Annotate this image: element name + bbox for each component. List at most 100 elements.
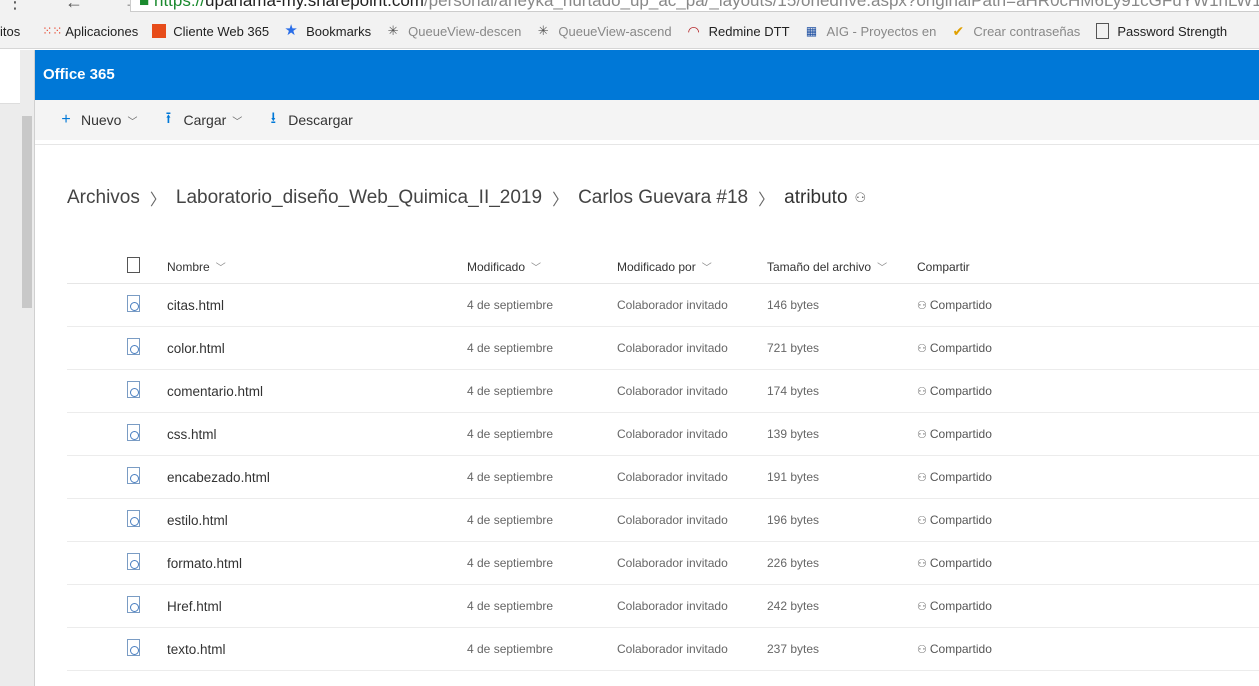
bookmark-queueview-desc[interactable]: ✳ QueueView-descen: [385, 23, 522, 39]
file-size: 191 bytes: [767, 470, 820, 484]
chevron-down-icon: ﹀: [127, 116, 138, 128]
file-name[interactable]: color.html: [167, 341, 467, 356]
file-size: 237 bytes: [767, 642, 820, 656]
lock-icon: ■: [139, 0, 154, 10]
share-status[interactable]: ⚇ Compartido: [917, 599, 1067, 613]
shared-people-icon: ⚇: [917, 429, 927, 441]
file-name[interactable]: citas.html: [167, 298, 467, 313]
file-name[interactable]: comentario.html: [167, 384, 467, 399]
table-row[interactable]: comentario.html 4 de septiembre Colabora…: [67, 370, 1259, 413]
bookmarks-bar: itos ⁙⁙ Aplicaciones Cliente Web 365 ★ B…: [0, 14, 1259, 49]
scrollbar[interactable]: [22, 116, 32, 308]
download-button[interactable]: ⭳ Descargar: [266, 107, 352, 134]
bookmark-queueview-asc[interactable]: ✳ QueueView-ascend: [535, 23, 672, 39]
html-file-icon: [127, 467, 140, 484]
chevron-down-icon: ﹀: [232, 116, 243, 128]
page-icon: [1094, 23, 1110, 39]
share-status[interactable]: ⚇ Compartido: [917, 513, 1067, 527]
new-button[interactable]: + Nuevo ﹀: [59, 111, 137, 129]
file-name[interactable]: estilo.html: [167, 513, 467, 528]
bookmark-aig[interactable]: ▦ AIG - Proyectos en: [804, 23, 937, 39]
bookmark-cliente-web[interactable]: Cliente Web 365: [152, 24, 269, 39]
share-status[interactable]: ⚇ Compartido: [917, 556, 1067, 570]
upload-button-label: Cargar: [183, 112, 227, 128]
bookmark-password-strength[interactable]: Password Strength: [1094, 23, 1227, 39]
url-field[interactable]: ■ https://upanama-my.sharepoint.com/pers…: [130, 0, 1259, 12]
bookmark-label: itos: [0, 23, 21, 39]
shared-people-icon: ⚇: [917, 558, 927, 570]
column-header-modified-by[interactable]: Modificado por ﹀: [617, 259, 767, 274]
file-size: 242 bytes: [767, 599, 820, 613]
bookmark-itos[interactable]: itos: [0, 24, 20, 39]
file-name[interactable]: formato.html: [167, 556, 467, 571]
bookmark-apps[interactable]: ⁙⁙ Aplicaciones: [42, 23, 138, 39]
html-file-icon: [127, 295, 140, 312]
share-status[interactable]: ⚇ Compartido: [917, 298, 1067, 312]
document-icon: [127, 257, 140, 273]
column-header-share[interactable]: Compartir: [917, 260, 1067, 274]
file-type-header[interactable]: [67, 257, 167, 276]
bookmark-label: AIG - Proyectos en: [826, 23, 937, 39]
file-size: 196 bytes: [767, 513, 820, 527]
left-pane: [0, 50, 35, 686]
upload-button[interactable]: ⭱ Cargar ﹀: [161, 107, 243, 134]
share-status[interactable]: ⚇ Compartido: [917, 642, 1067, 656]
apps-grid-icon: ⁙⁙: [42, 24, 63, 38]
column-header-name[interactable]: Nombre ﹀: [167, 259, 467, 274]
plus-icon: +: [61, 111, 71, 128]
share-status[interactable]: ⚇ Compartido: [917, 427, 1067, 441]
table-row[interactable]: Href.html 4 de septiembre Colaborador in…: [67, 585, 1259, 628]
list-header: Nombre ﹀ Modificado ﹀ Modificado por ﹀ Tama…: [67, 250, 1259, 284]
url-host: upanama-my.sharepoint.com: [205, 0, 424, 10]
breadcrumb-current: atributo: [784, 187, 848, 208]
table-row[interactable]: citas.html 4 de septiembre Colaborador i…: [67, 284, 1259, 327]
browser-address-bar: ⋮ ← → ↻ ■ https://upanama-my.sharepoint.…: [0, 0, 1259, 14]
shared-people-icon[interactable]: ⚇: [855, 190, 867, 206]
bookmark-bookmarks[interactable]: ★ Bookmarks: [283, 23, 371, 39]
html-file-icon: [127, 381, 140, 398]
divider: [35, 144, 1259, 145]
table-row[interactable]: formato.html 4 de septiembre Colaborador…: [67, 542, 1259, 585]
file-modified: 4 de septiembre: [467, 341, 554, 355]
file-modified: 4 de septiembre: [467, 427, 554, 441]
table-row[interactable]: encabezado.html 4 de septiembre Colabora…: [67, 456, 1259, 499]
queue-icon: ✳: [537, 23, 549, 38]
file-name[interactable]: texto.html: [167, 642, 467, 657]
breadcrumb-item-archivos[interactable]: Archivos: [67, 187, 140, 209]
bookmark-redmine[interactable]: ◠ Redmine DTT: [686, 23, 790, 39]
file-modified-by: Colaborador invitado: [617, 341, 728, 355]
file-name[interactable]: encabezado.html: [167, 470, 467, 485]
breadcrumb-item-laboratorio[interactable]: Laboratorio_diseño_Web_Quimica_II_2019: [176, 187, 542, 209]
app-title[interactable]: Office 365: [43, 66, 115, 83]
share-status[interactable]: ⚇ Compartido: [917, 341, 1067, 355]
table-row[interactable]: css.html 4 de septiembre Colaborador inv…: [67, 413, 1259, 456]
shared-people-icon: ⚇: [917, 343, 927, 355]
share-status[interactable]: ⚇ Compartido: [917, 384, 1067, 398]
chevron-right-icon: 〉: [552, 192, 569, 209]
bookmark-label: Aplicaciones: [65, 23, 139, 39]
file-modified: 4 de septiembre: [467, 599, 554, 613]
column-header-size[interactable]: Tamaño del archivo ﹀: [767, 259, 917, 274]
table-row[interactable]: texto.html 4 de septiembre Colaborador i…: [67, 628, 1259, 671]
bookmark-label: Password Strength: [1117, 23, 1228, 39]
check-badge-icon: ✔: [952, 23, 965, 39]
bookmark-label: QueueView-descen: [408, 23, 522, 39]
aig-icon: ▦: [805, 24, 818, 38]
share-status[interactable]: ⚇ Compartido: [917, 470, 1067, 484]
chevron-down-icon: ﹀: [531, 263, 542, 274]
table-row[interactable]: estilo.html 4 de septiembre Colaborador …: [67, 499, 1259, 542]
breadcrumb-item-carlos[interactable]: Carlos Guevara #18: [578, 187, 748, 209]
column-header-modified[interactable]: Modificado ﹀: [467, 259, 617, 274]
bookmark-crear-contrasenas[interactable]: ✔ Crear contraseñas: [950, 23, 1080, 39]
table-row[interactable]: color.html 4 de septiembre Colaborador i…: [67, 327, 1259, 370]
upload-icon: ⭱: [165, 109, 172, 127]
file-modified-by: Colaborador invitado: [617, 599, 728, 613]
html-file-icon: [127, 510, 140, 527]
file-name[interactable]: css.html: [167, 427, 467, 442]
bookmark-label: Redmine DTT: [708, 23, 790, 39]
file-modified: 4 de septiembre: [467, 642, 554, 656]
bookmark-label: Bookmarks: [306, 23, 372, 39]
file-modified-by: Colaborador invitado: [617, 298, 728, 312]
file-modified-by: Colaborador invitado: [617, 384, 728, 398]
file-name[interactable]: Href.html: [167, 599, 467, 614]
